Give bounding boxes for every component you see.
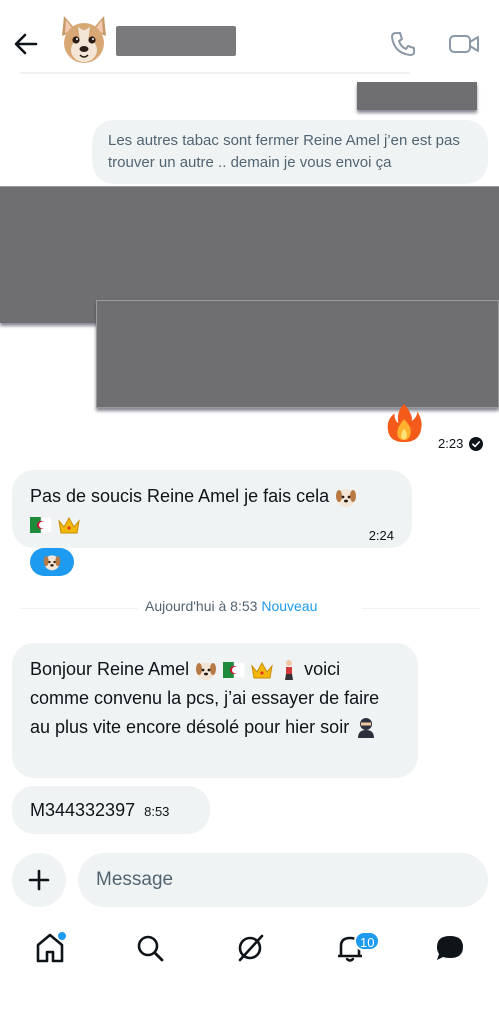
message-placeholder: Message [96, 869, 174, 890]
add-media-button[interactable] [12, 853, 66, 907]
dog-emoji-icon [43, 555, 61, 571]
message-text: Les autres tabac sont fermer Reine Amel … [108, 132, 460, 171]
dog-emoji-icon [196, 662, 217, 681]
fire-emoji-icon [387, 403, 422, 443]
conversation-header [0, 0, 499, 74]
message-time: 2:24 [368, 528, 394, 543]
notifications-badge: 10 [354, 931, 381, 951]
phone-icon[interactable] [389, 30, 417, 58]
redacted-image-small [357, 82, 477, 110]
divider-line-left [20, 608, 138, 609]
grok-icon[interactable] [232, 930, 268, 966]
message-bubble-incoming[interactable]: Pas de soucis Reine Amel je fais cela 2:… [12, 470, 412, 548]
divider-line-right [362, 608, 480, 609]
new-label: Nouveau [261, 598, 318, 614]
header-divider [20, 72, 410, 74]
message-bubble-outgoing[interactable]: Les autres tabac sont fermer Reine Amel … [92, 120, 488, 184]
dog-avatar[interactable] [56, 12, 112, 68]
search-icon[interactable] [132, 930, 168, 966]
algeria-flag-icon [223, 662, 246, 679]
message-text: M344332397 [30, 800, 136, 820]
bottom-navigation [0, 920, 499, 980]
crown-emoji-icon [58, 517, 80, 534]
arrow-left-icon[interactable] [12, 30, 40, 58]
plus-icon [28, 869, 50, 891]
message-time: 2:23 [438, 436, 464, 451]
home-notification-dot [58, 932, 66, 940]
messages-icon[interactable] [432, 930, 468, 966]
read-check-icon [469, 436, 484, 451]
ninja-emoji-icon [358, 718, 375, 739]
message-time: 8:53 [144, 804, 170, 819]
contact-name-redacted[interactable] [116, 26, 236, 56]
message-bubble-incoming[interactable]: Bonjour Reine Amel voici comme convenu l… [12, 643, 418, 778]
kneeling-person-emoji-icon [285, 660, 294, 681]
message-bubble-incoming[interactable]: M344332397 8:53 [12, 786, 210, 834]
dog-emoji-icon [336, 489, 357, 508]
message-text: Pas de soucis Reine Amel je fais cela [30, 486, 330, 506]
algeria-flag-icon [30, 517, 52, 534]
message-meta-outgoing: 2:23 [438, 436, 484, 451]
crown-emoji-icon [251, 662, 273, 679]
date-label: Aujourd'hui à 8:53 [145, 598, 258, 614]
video-camera-icon[interactable] [448, 30, 480, 58]
message-input[interactable]: Message [78, 853, 488, 907]
message-reaction[interactable] [30, 548, 74, 576]
message-text: Bonjour Reine Amel [30, 659, 190, 679]
redacted-image-large-2 [96, 300, 499, 408]
date-divider: Aujourd'hui à 8:53 Nouveau [145, 598, 317, 614]
